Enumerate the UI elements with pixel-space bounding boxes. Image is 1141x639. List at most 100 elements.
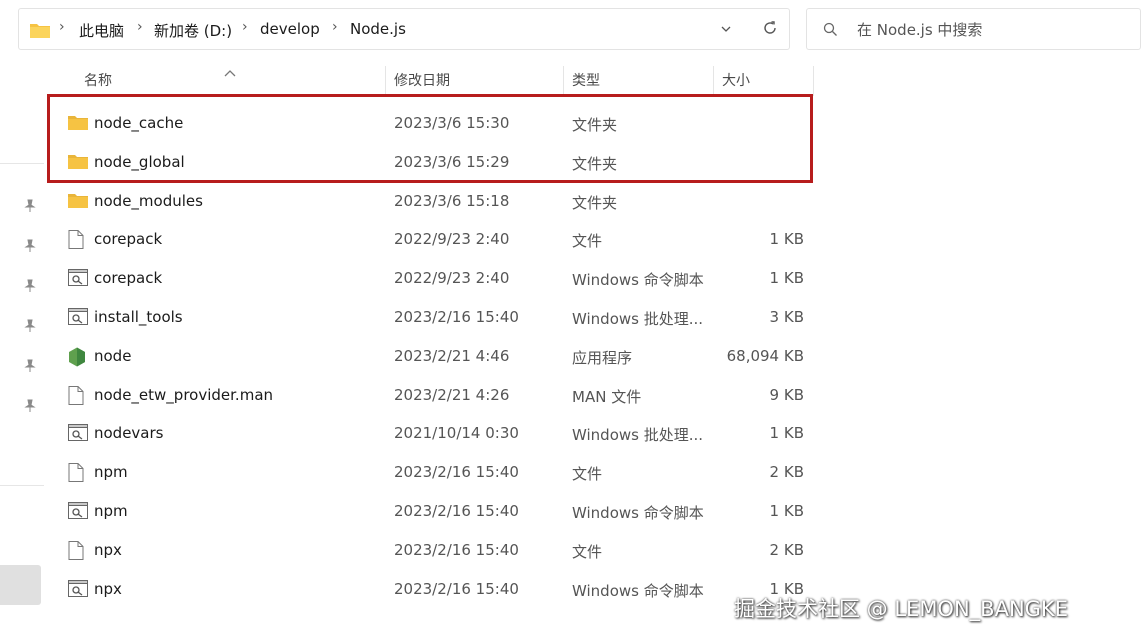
node-app-icon <box>68 347 86 371</box>
navigation-pane <box>0 60 44 639</box>
file-date: 2023/2/16 15:40 <box>394 308 519 326</box>
highlight-box <box>47 94 813 183</box>
file-type: Windows 命令脚本 <box>572 504 704 522</box>
file-row[interactable]: install_tools 2023/2/16 15:40 Windows 批处理.… <box>46 298 814 336</box>
pin-icon[interactable] <box>24 198 36 217</box>
refresh-icon[interactable] <box>761 19 779 41</box>
file-type: 文件 <box>572 542 603 561</box>
pin-icon[interactable] <box>24 398 36 417</box>
file-date: 2023/2/16 15:40 <box>394 463 519 482</box>
file-type: 文件 <box>572 465 603 484</box>
pin-icon[interactable] <box>24 358 36 377</box>
file-row[interactable]: node_modules 2023/3/6 15:18 文件夹 <box>46 182 814 220</box>
nav-item-selected[interactable] <box>0 565 41 605</box>
address-bar[interactable]: › 此电脑 › 新加卷 (D:) › develop › Node.js <box>18 8 790 50</box>
file-type: Windows 批处理... <box>572 310 704 328</box>
file-name: npm <box>94 463 128 482</box>
file-date: 2023/2/21 4:26 <box>394 385 510 404</box>
file-size: 1 KB <box>769 269 804 288</box>
file-icon <box>68 540 84 564</box>
breadcrumb-drive-d[interactable]: 新加卷 (D:) <box>154 20 232 41</box>
file-size: 3 KB <box>769 308 804 326</box>
column-header-name[interactable]: 名称 <box>84 70 112 94</box>
script-icon <box>68 502 88 523</box>
pin-icon[interactable] <box>24 318 36 337</box>
chevron-right-icon: › <box>59 19 65 35</box>
file-size: 1 KB <box>769 424 804 443</box>
folder-icon <box>68 192 88 212</box>
file-date: 2023/2/16 15:40 <box>394 579 519 598</box>
column-header-type[interactable]: 类型 <box>572 70 600 94</box>
script-icon <box>68 424 88 445</box>
file-type: Windows 命令脚本 <box>572 581 704 600</box>
file-type: Windows 命令脚本 <box>572 271 704 290</box>
file-size: 1 KB <box>769 230 804 249</box>
folder-icon <box>29 21 51 43</box>
file-row[interactable]: npx 2023/2/16 15:40 Windows 命令脚本 1 KB <box>46 570 814 608</box>
chevron-right-icon: › <box>137 19 143 35</box>
file-type: 文件 <box>572 232 603 251</box>
file-icon <box>68 230 84 253</box>
file-row[interactable]: npm 2023/2/16 15:40 文件 2 KB <box>46 453 814 491</box>
pin-icon[interactable] <box>24 278 36 297</box>
divider <box>0 485 44 486</box>
file-name: npx <box>94 540 122 559</box>
script-icon <box>68 308 88 329</box>
pin-icon[interactable] <box>24 238 36 257</box>
file-row[interactable]: node_etw_provider.man 2023/2/21 4:26 MAN 文… <box>46 376 814 414</box>
divider <box>0 163 44 164</box>
file-row[interactable]: npx 2023/2/16 15:40 文件 2 KB <box>46 531 814 569</box>
file-size: 1 KB <box>769 502 804 520</box>
breadcrumb-develop[interactable]: develop <box>260 20 320 38</box>
file-icon <box>68 463 84 486</box>
column-header-date[interactable]: 修改日期 <box>394 70 450 94</box>
file-name: corepack <box>94 230 163 249</box>
file-size: 9 KB <box>769 385 804 404</box>
file-type: 文件夹 <box>572 193 618 212</box>
script-icon <box>68 269 88 290</box>
file-type: Windows 批处理... <box>572 426 704 445</box>
column-divider[interactable] <box>385 66 386 96</box>
file-date: 2023/2/21 4:46 <box>394 346 510 365</box>
file-date: 2023/2/16 15:40 <box>394 540 519 559</box>
file-date: 2022/9/23 2:40 <box>394 269 510 288</box>
column-divider[interactable] <box>563 66 564 96</box>
chevron-down-icon[interactable] <box>719 21 733 40</box>
file-name: npm <box>94 502 128 520</box>
sort-ascending-icon <box>224 62 236 81</box>
file-name: node_etw_provider.man <box>94 385 274 404</box>
column-divider[interactable] <box>713 66 714 96</box>
file-row[interactable]: nodevars 2021/10/14 0:30 Windows 批处理... 1 K… <box>46 414 814 452</box>
file-row[interactable]: npm 2023/2/16 15:40 Windows 命令脚本 1 KB <box>46 492 814 530</box>
file-date: 2021/10/14 0:30 <box>394 424 519 443</box>
file-row[interactable]: corepack 2022/9/23 2:40 Windows 命令脚本 1 KB <box>46 259 814 297</box>
search-box[interactable] <box>806 8 1141 50</box>
file-type: 应用程序 <box>572 348 633 367</box>
chevron-right-icon: › <box>242 19 248 35</box>
file-size: 2 KB <box>769 540 804 559</box>
file-row[interactable]: corepack 2022/9/23 2:40 文件 1 KB <box>46 220 814 258</box>
breadcrumb-this-pc[interactable]: 此电脑 <box>79 20 124 41</box>
file-icon <box>68 385 84 409</box>
file-name: corepack <box>94 269 163 288</box>
file-date: 2023/2/16 15:40 <box>394 502 519 520</box>
breadcrumb-nodejs[interactable]: Node.js <box>350 20 406 38</box>
file-date: 2023/3/6 15:18 <box>394 191 510 210</box>
column-divider[interactable] <box>813 66 814 96</box>
search-icon <box>823 22 838 41</box>
column-header-size[interactable]: 大小 <box>722 70 750 94</box>
file-name: npx <box>94 579 122 598</box>
search-input[interactable] <box>855 18 1129 42</box>
file-size: 68,094 KB <box>726 346 804 365</box>
file-name: node <box>94 346 132 365</box>
file-row[interactable]: node 2023/2/21 4:46 应用程序 68,094 KB <box>46 337 814 375</box>
script-icon <box>68 579 88 601</box>
file-size: 2 KB <box>769 463 804 482</box>
file-name: node_modules <box>94 191 203 210</box>
file-type: MAN 文件 <box>572 387 642 406</box>
file-name: nodevars <box>94 424 164 443</box>
watermark: 掘金技术社区 @ LEMON_BANGKE <box>734 597 1068 621</box>
chevron-right-icon: › <box>332 19 338 35</box>
file-name: install_tools <box>94 308 183 326</box>
file-date: 2022/9/23 2:40 <box>394 230 510 249</box>
